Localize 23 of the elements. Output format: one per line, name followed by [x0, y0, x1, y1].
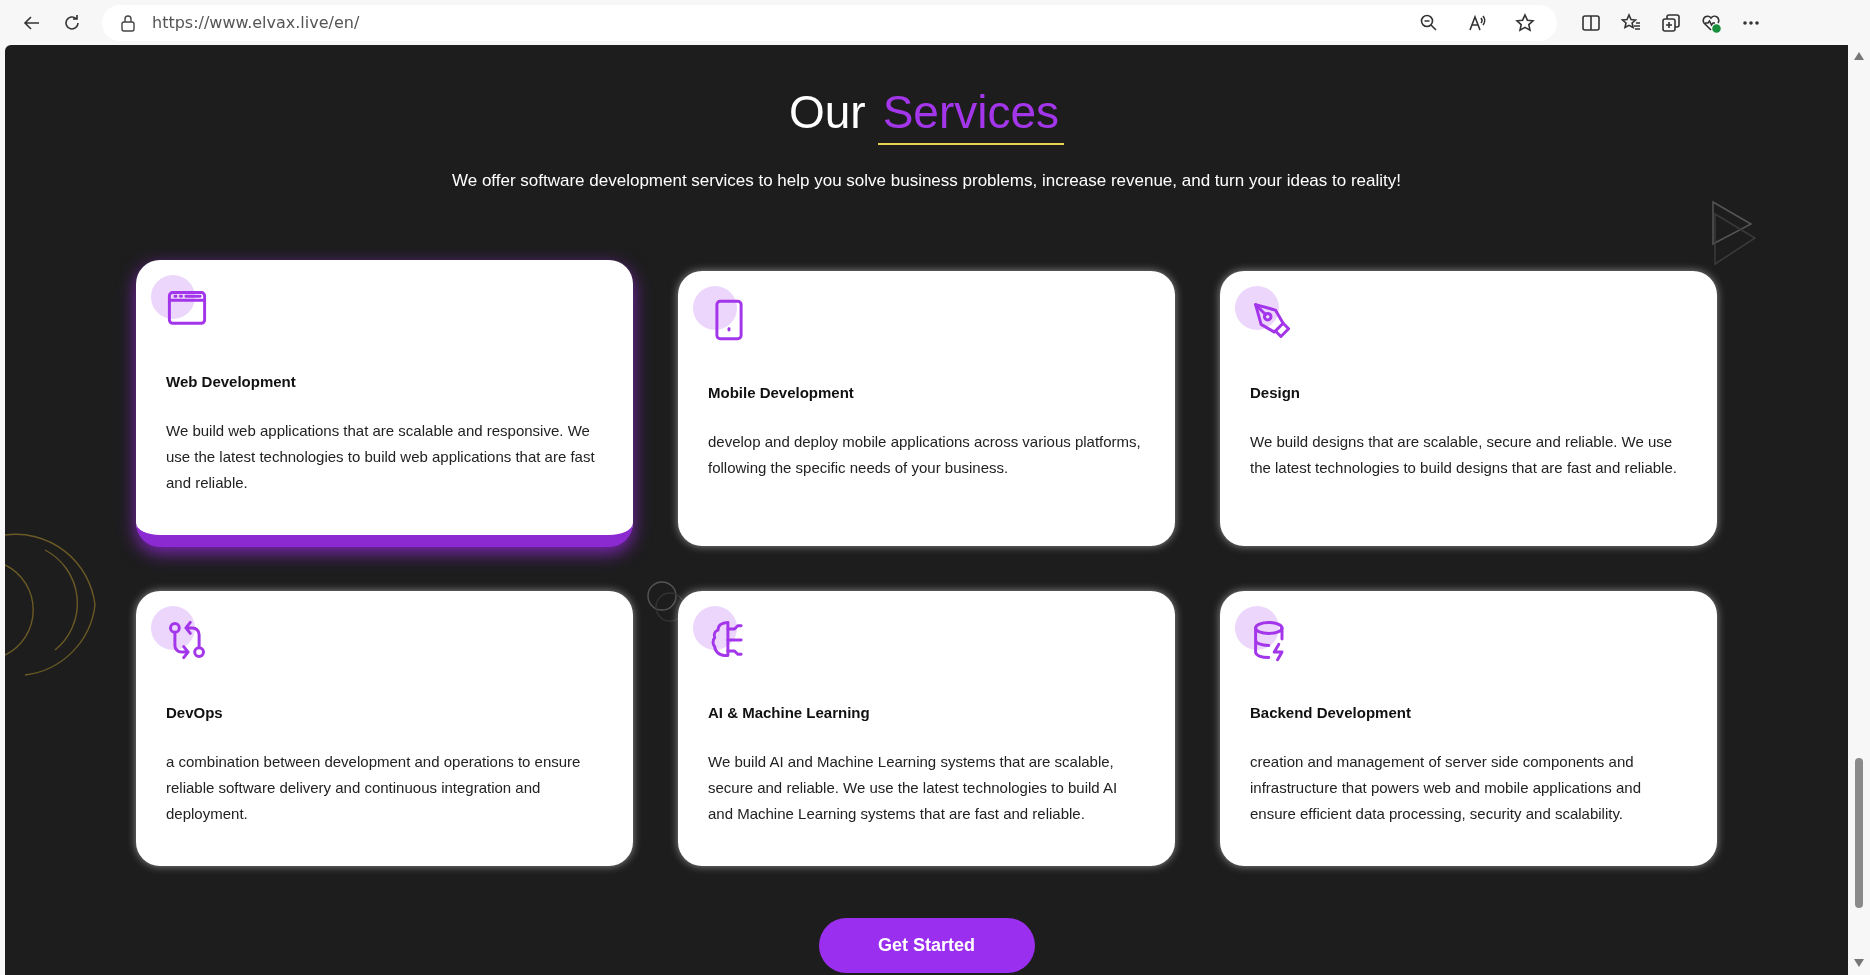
service-card[interactable]: Backend Development creation and management of server side components and infrastructure that powers web and mobile applications and ensure efficient data processing, security and scalability. — [1220, 591, 1717, 866]
get-started-button[interactable]: Get Started — [818, 918, 1035, 973]
service-card[interactable]: Mobile Development develop and deploy mobile applications across various platforms, following the specific needs of your business. — [678, 271, 1175, 546]
card-text: creation and management of server side components and infrastructure that powers web and mobile applications and ensure efficient data processing, security and scalability. — [1250, 752, 1643, 824]
card-title: Mobile Development — [708, 384, 855, 401]
card-title: Backend Development — [1250, 704, 1412, 721]
card-title: Web Development — [166, 373, 297, 390]
card-text: develop and deploy mobile applications across various platforms, following the specific needs of your business. — [708, 432, 1142, 478]
heading-text: Our — [788, 85, 866, 139]
service-card[interactable]: Design We build designs that are scalable, secure and reliable. We use the latest technologies to build designs that are fast and reliable. — [1220, 271, 1717, 546]
heading-accent-text: Services — [877, 85, 1065, 145]
address-bar[interactable]: https://www.elvax.live/en/ — [102, 4, 1557, 41]
card-text: a combination between development and operations to ensure reliable software delivery and continuous integration and deployment. — [166, 752, 582, 824]
card-title: DevOps — [166, 704, 224, 721]
card-title: AI & Machine Learning — [708, 704, 871, 721]
service-card[interactable]: DevOps a combination between development and operations to ensure reliable software delivery and continuous integration and deployment. — [136, 591, 633, 866]
card-text: We build AI and Machine Learning systems that are scalable, secure and reliable. We use the latest technologies to build AI and Machine Learning systems that are fast and reliable. — [708, 752, 1119, 824]
card-text: We build web applications that are scalable and responsive. We use the latest technologies to build web applications that are fast and reliable. — [166, 421, 596, 493]
card-title: Design — [1250, 384, 1301, 401]
url-text: https://www.elvax.live/en/ — [152, 13, 361, 32]
card-text: We build designs that are scalable, secure and reliable. We use the latest technologies to build designs that are fast and reliable. — [1250, 432, 1678, 478]
service-card[interactable]: Web Development We build web applications that are scalable and responsive. We use the latest technologies to build web applications that are fast and reliable. — [136, 260, 633, 547]
subtitle-text: We offer software development services to help you solve business problems, increase revenue, and turn your ideas to reality! — [451, 171, 1401, 191]
